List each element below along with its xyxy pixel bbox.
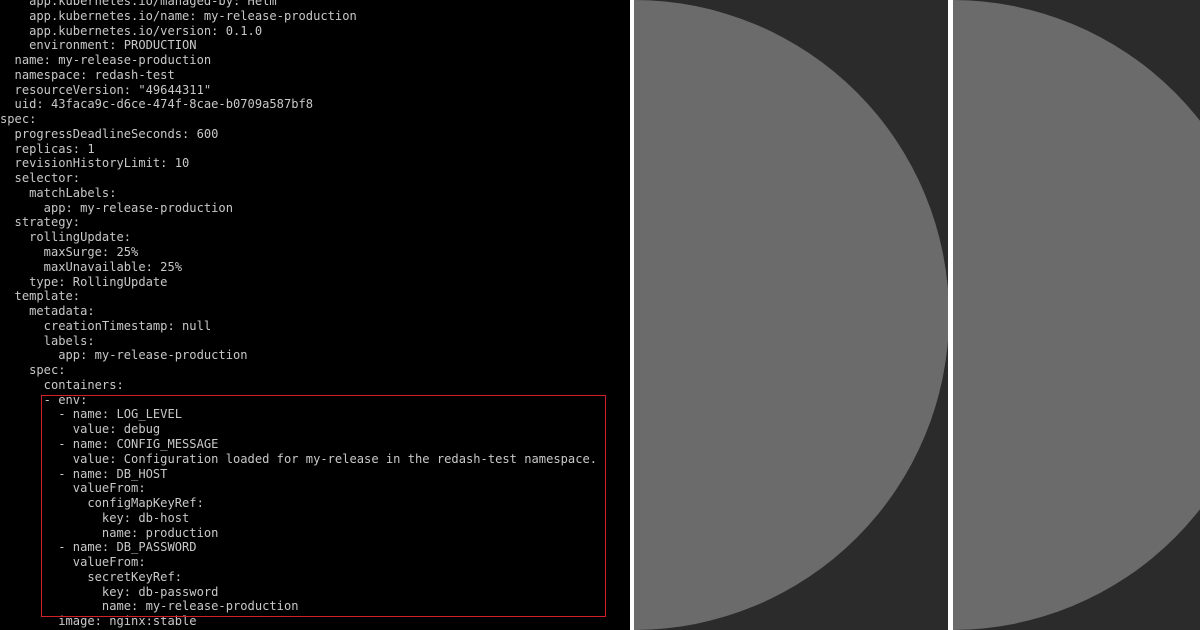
code-line: rollingUpdate:	[0, 230, 132, 245]
code-line: name: my-release-production	[0, 53, 212, 68]
code-line: app: my-release-production	[0, 200, 233, 215]
code-line: spec:	[0, 112, 37, 127]
code-line: metadata:	[0, 304, 95, 319]
code-line: creationTimestamp: null	[0, 318, 212, 333]
code-line: maxSurge: 25%	[0, 245, 139, 260]
code-line: environment: PRODUCTION	[0, 38, 197, 53]
code-line: uid: 43faca9c-d6ce-474f-8cae-b0709a587bf…	[0, 97, 314, 112]
env-highlight-box	[41, 395, 606, 617]
code-line: namespace: redash-test	[0, 67, 175, 82]
code-line: app.kubernetes.io/managed-by: Helm	[0, 0, 277, 8]
code-line: labels:	[0, 333, 95, 348]
terminal-window: app.kubernetes.io/managed-by: Helm app.k…	[0, 0, 630, 630]
half-circle-shape	[634, 0, 948, 630]
code-line: app.kubernetes.io/version: 0.1.0	[0, 23, 263, 38]
code-line: maxUnavailable: 25%	[0, 259, 183, 274]
placeholder-panel-2	[953, 0, 1200, 630]
code-line: revisionHistoryLimit: 10	[0, 156, 190, 171]
code-line: spec:	[0, 363, 66, 378]
code-line: progressDeadlineSeconds: 600	[0, 126, 219, 141]
code-line: template:	[0, 289, 81, 304]
code-line: type: RollingUpdate	[0, 274, 168, 289]
code-line: app: my-release-production	[0, 348, 248, 363]
half-circle-shape	[953, 0, 1200, 630]
code-line: matchLabels:	[0, 185, 117, 200]
code-line: app.kubernetes.io/name: my-release-produ…	[0, 8, 357, 23]
placeholder-panel-1	[634, 0, 948, 630]
code-line: selector:	[0, 171, 81, 186]
code-line: replicas: 1	[0, 141, 95, 156]
code-line: containers:	[0, 377, 124, 392]
code-line: resourceVersion: "49644311"	[0, 82, 212, 97]
code-line: strategy:	[0, 215, 81, 230]
